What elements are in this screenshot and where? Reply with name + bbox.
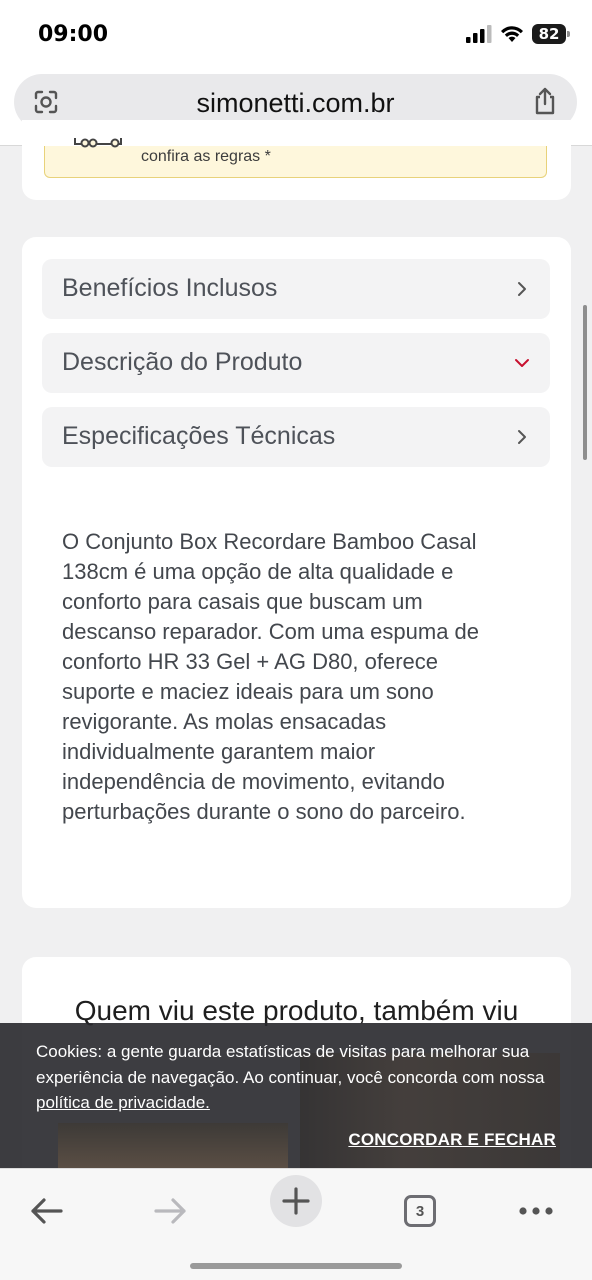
- accordion-label: Especificações Técnicas: [62, 422, 336, 450]
- shipping-notice: confira as regras *: [44, 138, 547, 178]
- browser-toolbar: 3: [0, 1168, 592, 1280]
- tabs-button[interactable]: 3: [392, 1183, 448, 1239]
- battery-indicator: 82: [532, 24, 570, 44]
- description-line: revigorante. As molas ensacadas: [62, 709, 387, 734]
- description-line: conforto HR 33 Gel + AG D80, oferece: [62, 649, 439, 674]
- description-line: 138cm é uma opção de alta qualidade e: [62, 559, 454, 584]
- product-image: [58, 1123, 288, 1168]
- arrow-left-icon: [31, 1198, 63, 1224]
- product-info-card: Benefícios Inclusos Descrição do Produto…: [22, 237, 571, 908]
- new-tab-button[interactable]: [270, 1175, 322, 1227]
- cookie-banner: Cookies: a gente guarda estatísticas de …: [0, 1023, 592, 1168]
- share-icon[interactable]: [531, 86, 559, 116]
- chevron-right-icon: [518, 430, 526, 444]
- plus-icon: [282, 1187, 310, 1215]
- page-scrollbar[interactable]: [583, 305, 587, 460]
- wifi-icon: [501, 26, 523, 42]
- cellular-signal-icon: [466, 25, 492, 43]
- status-bar: 09:00 82: [0, 0, 592, 72]
- accordion-label: Descrição do Produto: [62, 348, 303, 376]
- description-line: independência de movimento, evitando: [62, 769, 445, 794]
- description-line: perturbações durante o sono do parceiro.: [62, 799, 466, 824]
- chevron-right-icon: [518, 282, 526, 296]
- tabs-count: 3: [404, 1195, 436, 1227]
- accordion-descricao[interactable]: Descrição do Produto: [42, 333, 550, 393]
- forward-button[interactable]: [143, 1183, 199, 1239]
- back-button[interactable]: [18, 1183, 74, 1239]
- cookie-message: Cookies: a gente guarda estatísticas de …: [36, 1039, 556, 1116]
- arrow-right-icon: [154, 1198, 186, 1224]
- description-line: suporte e maciez ideais para um sono: [62, 679, 434, 704]
- accordion-especificacoes[interactable]: Especificações Técnicas: [42, 407, 550, 467]
- truck-icon: [74, 138, 122, 148]
- status-time: 09:00: [38, 22, 109, 47]
- more-menu-button[interactable]: [508, 1183, 564, 1239]
- home-indicator[interactable]: [190, 1263, 402, 1269]
- status-icons: 82: [466, 24, 570, 44]
- shipping-card: confira as regras *: [22, 120, 571, 200]
- privacy-policy-link[interactable]: política de privacidade.: [36, 1093, 210, 1112]
- cookie-line: Cookies: a gente guarda estatísticas de …: [36, 1042, 530, 1061]
- accordion-beneficios[interactable]: Benefícios Inclusos: [42, 259, 550, 319]
- product-description: O Conjunto Box Recordare Bamboo Casal 13…: [62, 527, 532, 827]
- cookie-line: experiência de navegação. Ao continuar, …: [36, 1067, 545, 1087]
- more-dots-icon: [519, 1207, 553, 1215]
- accordion-label: Benefícios Inclusos: [62, 274, 278, 302]
- chevron-down-icon: [515, 359, 529, 367]
- description-line: individualmente garantem maior: [62, 739, 376, 764]
- notice-text: confira as regras *: [141, 148, 271, 165]
- url-text[interactable]: simonetti.com.br: [14, 88, 577, 119]
- description-line: descanso reparador. Com uma espuma de: [62, 619, 480, 644]
- description-line: O Conjunto Box Recordare Bamboo Casal: [62, 529, 477, 554]
- accept-cookies-button[interactable]: CONCORDAR E FECHAR: [348, 1130, 556, 1150]
- description-line: conforto para casais que buscam um: [62, 589, 423, 614]
